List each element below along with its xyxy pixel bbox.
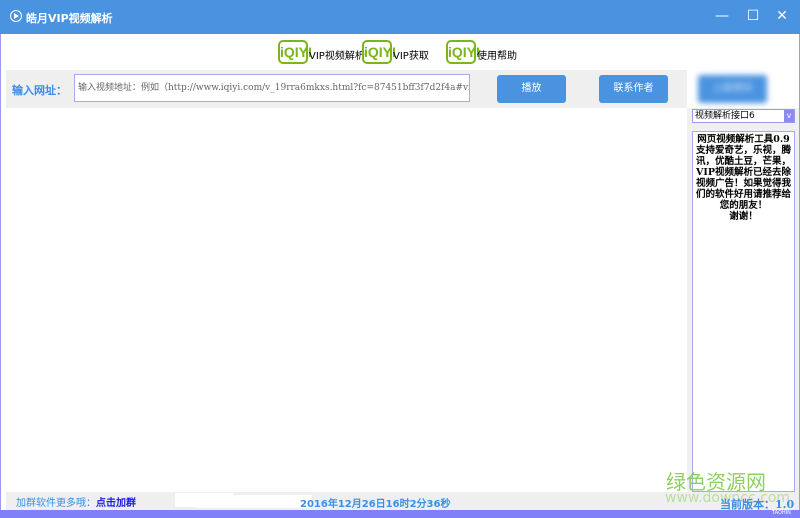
iqiyi-logo-icon[interactable]: iQIYI [446, 40, 480, 64]
join-group-link[interactable]: 点击加群 [96, 498, 136, 509]
bottom-border [0, 510, 800, 518]
menu-help[interactable]: 使用帮助 [477, 47, 517, 62]
contact-author-button[interactable]: 联系作者 [599, 75, 668, 103]
chevron-down-icon[interactable]: v [784, 110, 794, 122]
iqiyi-logo-icon[interactable]: iQIYI [278, 40, 312, 64]
close-button[interactable]: ✕ [772, 8, 792, 26]
url-label: 输入网址： [12, 84, 67, 97]
interface-select[interactable]: 视频解析接口6 v [692, 109, 795, 123]
corner-tag: TAOHIN [772, 510, 791, 516]
iqiyi-logo-icon[interactable]: iQIYI [362, 40, 396, 64]
datetime: 2016年12月26日16时2分36秒 [300, 499, 451, 510]
title-bar: 皓月VIP视频解析 — ☐ ✕ [0, 0, 800, 34]
blank-field [196, 495, 312, 508]
info-text: 网页视频解析工具0.9 支持爱奇艺，乐视，腾讯，优酷土豆，芒果，VIP视频解析已… [692, 131, 795, 492]
group-label: 加群软件更多哦： [16, 498, 96, 509]
play-circle-icon [10, 10, 22, 22]
blurred-button[interactable]: 上级密码 [698, 75, 767, 103]
play-button[interactable]: 播放 [497, 75, 566, 103]
maximize-button[interactable]: ☐ [743, 8, 763, 26]
menu-vip-get[interactable]: VIP获取 [393, 47, 429, 62]
url-input[interactable]: 输入视频地址：例如（http://www.iqiyi.com/v_19rra6m… [74, 74, 470, 102]
window-title: 皓月VIP视频解析 [26, 12, 113, 25]
menu-vip-parse[interactable]: VIP视频解析 [309, 47, 365, 62]
interface-select-value: 视频解析接口6 [695, 111, 755, 121]
group-text: 加群软件更多哦：点击加群 [16, 494, 136, 509]
minimize-button[interactable]: — [712, 8, 732, 26]
